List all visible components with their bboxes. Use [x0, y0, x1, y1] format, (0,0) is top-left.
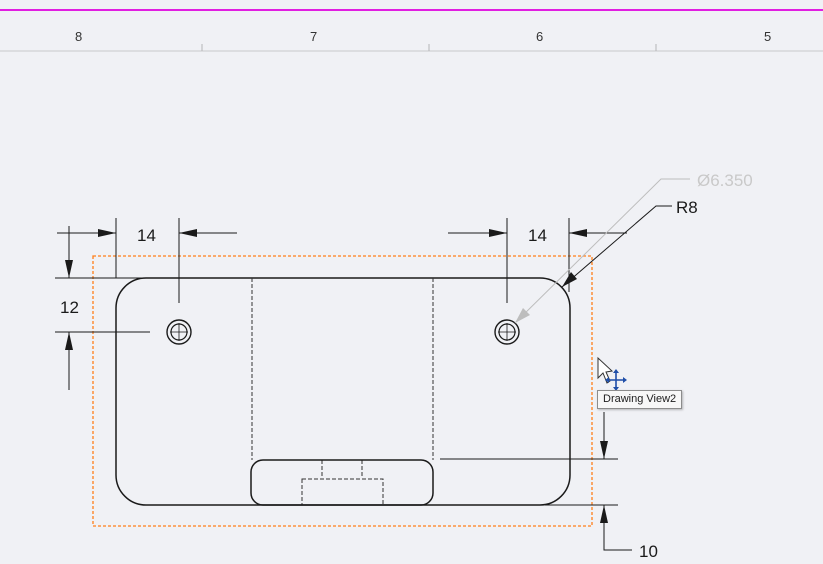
- zone-label-5: 5: [764, 29, 771, 44]
- zone-label-8: 8: [75, 29, 82, 44]
- dimension-text-diameter[interactable]: Ø6.350: [697, 171, 753, 190]
- zone-label-7: 7: [310, 29, 317, 44]
- drawing-view-selection-box[interactable]: [92, 255, 593, 527]
- zone-label-6: 6: [536, 29, 543, 44]
- dimension-hole-diameter-preview[interactable]: Ø6.350: [514, 171, 753, 324]
- hole-left[interactable]: [166, 319, 192, 345]
- dimension-text-left-14[interactable]: 14: [137, 226, 156, 245]
- dimension-corner-radius[interactable]: R8: [561, 198, 698, 288]
- drawing-sheet[interactable]: 8 7 6 5 14 14 12 10 R8 Ø6.350 Drawing Vi…: [0, 0, 823, 564]
- part-outline[interactable]: [115, 277, 571, 506]
- hole-right[interactable]: [494, 319, 520, 345]
- hidden-tab-pocket: [301, 478, 384, 506]
- drawing-canvas[interactable]: 8 7 6 5 14 14 12 10 R8 Ø6.350: [0, 0, 823, 564]
- dimension-text-r8[interactable]: R8: [676, 198, 698, 217]
- dimension-bottom-offset[interactable]: 10: [440, 412, 658, 561]
- dimension-text-12[interactable]: 12: [60, 298, 79, 317]
- dimension-text-10[interactable]: 10: [639, 542, 658, 561]
- drawing-view-tooltip: Drawing View2: [597, 390, 683, 409]
- bottom-slot[interactable]: [250, 459, 434, 506]
- dimension-right-hole-offset[interactable]: 14: [448, 218, 627, 303]
- dimension-text-right-14[interactable]: 14: [528, 226, 547, 245]
- move-cursor-icon: [597, 356, 627, 391]
- dimension-left-hole-offset[interactable]: 14: [57, 218, 237, 303]
- dimension-hole-vertical-offset[interactable]: 12: [55, 226, 150, 390]
